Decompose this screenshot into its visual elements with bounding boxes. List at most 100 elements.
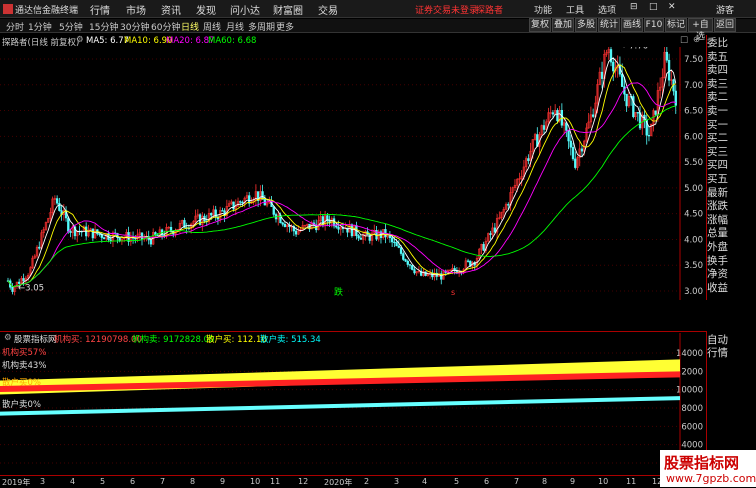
candle-body bbox=[406, 260, 409, 265]
fall-marker: 跌 bbox=[334, 287, 343, 298]
candle-body bbox=[413, 269, 416, 274]
multi-stock-button[interactable]: 多股 bbox=[575, 18, 597, 32]
sell-marker: s bbox=[451, 288, 455, 297]
indicator-legend-label: 机构买57% bbox=[2, 347, 46, 358]
candle-body bbox=[556, 110, 559, 122]
candle-body bbox=[493, 227, 497, 233]
quote-label: 卖五 bbox=[707, 50, 728, 63]
quote-label: 涨幅 bbox=[707, 213, 728, 226]
candle-body bbox=[67, 217, 70, 232]
f10-button[interactable]: F10 bbox=[644, 18, 664, 32]
candle-body bbox=[621, 73, 624, 87]
price-tick-label: 7.50 bbox=[684, 55, 703, 65]
date-tick-label: 5 bbox=[100, 477, 106, 486]
quotes-label[interactable]: 行情 bbox=[707, 347, 756, 360]
candle-body bbox=[241, 201, 244, 204]
candle-body bbox=[654, 110, 657, 115]
guest-label[interactable]: 游客 bbox=[716, 3, 734, 16]
indicator-chart[interactable]: 1400012000100008000600040002000机构买57%机构卖… bbox=[0, 333, 706, 473]
candle-body bbox=[397, 245, 400, 248]
candle-body bbox=[102, 237, 106, 240]
add-watchlist-button[interactable]: +自选 bbox=[688, 18, 713, 42]
candle-body bbox=[359, 237, 363, 240]
ma-line-20 bbox=[7, 82, 676, 288]
candle-body bbox=[600, 71, 604, 79]
close-icon[interactable]: ✕ bbox=[668, 2, 676, 12]
quote-label: 卖一 bbox=[707, 105, 728, 117]
date-tick-label: 10 bbox=[250, 477, 261, 486]
period-tab-1min[interactable]: 1分钟 bbox=[28, 20, 52, 33]
date-tick-label: 8 bbox=[542, 477, 548, 486]
menu-discover[interactable]: 发现 bbox=[196, 2, 216, 17]
quote-label: 委比 bbox=[707, 37, 728, 49]
price-tick-label: 3.50 bbox=[684, 261, 703, 271]
back-button[interactable]: 返回 bbox=[714, 18, 736, 32]
maximize-icon[interactable]: □ bbox=[649, 2, 658, 12]
candle-body bbox=[11, 287, 14, 292]
date-axis: 2019年34567891011122020年2345678910111212 bbox=[0, 475, 756, 487]
menu-functions[interactable]: 功能 bbox=[534, 3, 552, 16]
mark-button[interactable]: 标记 bbox=[665, 18, 687, 32]
date-tick-label: 6 bbox=[130, 477, 136, 486]
candle-body bbox=[239, 201, 242, 203]
candle-body bbox=[567, 130, 570, 142]
overlay-button[interactable]: 叠加 bbox=[552, 18, 574, 32]
ma60-value: MA60: 6.68 bbox=[208, 36, 257, 46]
restore-rights-button[interactable]: 复权 bbox=[529, 18, 551, 32]
period-tab-monthly[interactable]: 月线 bbox=[226, 20, 244, 33]
minimize-icon[interactable]: ⊟ bbox=[630, 2, 638, 12]
watermark-url: www.7gpzb.com bbox=[666, 472, 756, 485]
date-tick-label: 11 bbox=[626, 477, 637, 486]
quote-label: 买二 bbox=[707, 132, 728, 145]
period-tab-5min[interactable]: 5分钟 bbox=[59, 20, 83, 33]
date-tick-label: 10 bbox=[598, 477, 609, 486]
login-notice[interactable]: 证券交易未登录 bbox=[415, 3, 478, 16]
period-tab-30min[interactable]: 30分钟 bbox=[120, 20, 149, 33]
candle-body bbox=[482, 244, 485, 251]
menu-options[interactable]: 选项 bbox=[598, 3, 616, 16]
menu-market[interactable]: 市场 bbox=[126, 2, 146, 17]
statistics-button[interactable]: 统计 bbox=[598, 18, 620, 32]
menu-market-quotes[interactable]: 行情 bbox=[90, 2, 110, 17]
menu-tools[interactable]: 工具 bbox=[566, 3, 584, 16]
price-tick-label: 7.00 bbox=[684, 81, 703, 91]
draw-line-button[interactable]: 画线 bbox=[621, 18, 643, 32]
date-tick-label: 4 bbox=[70, 477, 76, 486]
quote-label: 最新 bbox=[707, 186, 728, 199]
candlestick-chart[interactable]: 7.50 7.00 6.50 6.00 5.50 5.00 4.50 4.00 3.50 3.00… bbox=[0, 47, 706, 300]
date-tick-label: 7 bbox=[160, 477, 166, 486]
indicator-legend-label: 散户买0% bbox=[2, 377, 41, 388]
period-tab-multi[interactable]: 多周期 bbox=[248, 20, 275, 33]
candle-body bbox=[667, 59, 671, 81]
menu-ask[interactable]: 问小达 bbox=[230, 2, 260, 17]
date-tick-label: 11 bbox=[270, 477, 281, 486]
menu-news[interactable]: 资讯 bbox=[161, 2, 181, 17]
settings-gear-icon[interactable]: ⚙ bbox=[76, 35, 84, 45]
candle-body bbox=[69, 231, 72, 233]
candle-body bbox=[98, 233, 101, 235]
candle-body bbox=[551, 112, 555, 115]
period-tab-60min[interactable]: 60分钟 bbox=[151, 20, 180, 33]
date-tick-label: 2 bbox=[364, 477, 370, 486]
candle-body bbox=[612, 61, 615, 72]
candle-body bbox=[395, 242, 398, 247]
period-tab-more[interactable]: 更多 bbox=[276, 20, 294, 33]
period-tab-weekly[interactable]: 周线 bbox=[203, 20, 221, 33]
restore-window-icon[interactable]: □ bbox=[680, 35, 688, 45]
candle-body bbox=[156, 234, 159, 237]
menu-trade[interactable]: 交易 bbox=[318, 2, 338, 17]
candle-body bbox=[489, 233, 492, 235]
user-link[interactable]: 探路者 bbox=[476, 3, 503, 16]
menu-wealth[interactable]: 财富圈 bbox=[273, 2, 303, 17]
collapse-icon[interactable]: ⊕ bbox=[693, 35, 700, 45]
period-tab-daily[interactable]: 日线 bbox=[181, 20, 199, 33]
ma5-value: MA5: 6.77 bbox=[86, 36, 130, 46]
date-tick-label: 9 bbox=[220, 477, 226, 486]
candle-body bbox=[411, 265, 414, 270]
period-tab-timeshare[interactable]: 分时 bbox=[6, 20, 24, 33]
quote-label: 买一 bbox=[707, 118, 728, 131]
auto-label[interactable]: 自动 bbox=[707, 334, 756, 347]
candle-body bbox=[140, 232, 144, 240]
high-price-marker: ←7.76 bbox=[622, 47, 648, 52]
period-tab-15min[interactable]: 15分钟 bbox=[89, 20, 118, 33]
